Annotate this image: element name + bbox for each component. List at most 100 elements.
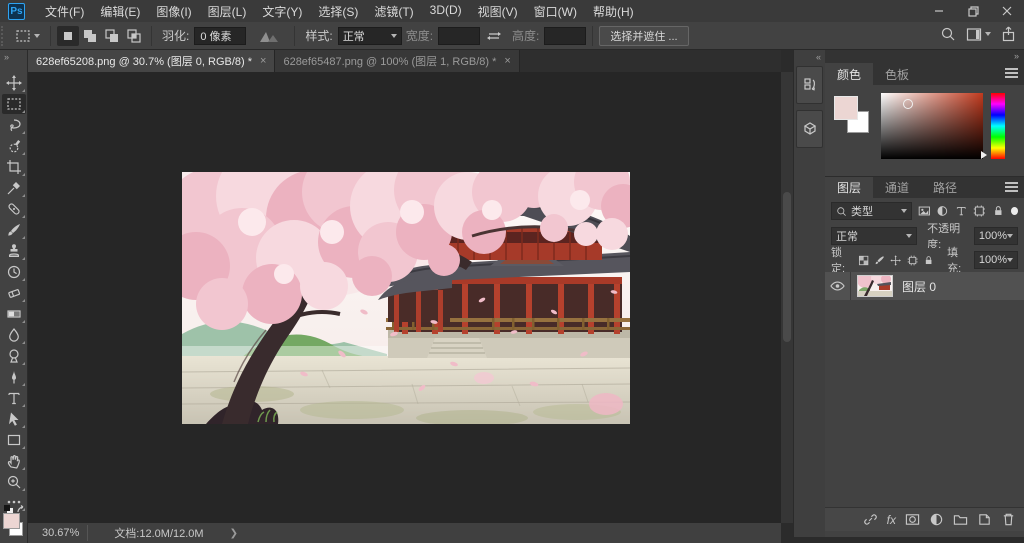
type-tool[interactable] (2, 388, 26, 408)
eraser-tool[interactable] (2, 283, 26, 303)
menu-3d[interactable]: 3D(D) (422, 0, 470, 23)
width-input[interactable] (438, 27, 480, 45)
status-popup-chevron-icon[interactable]: ❯ (230, 528, 238, 539)
zoom-tool[interactable] (2, 472, 26, 492)
spot-healing-brush-tool[interactable] (2, 199, 26, 219)
zoom-level-field[interactable]: 30.67% (34, 525, 88, 541)
minimize-button[interactable] (922, 0, 956, 22)
close-button[interactable] (990, 0, 1024, 22)
add-layer-mask-icon[interactable] (905, 512, 920, 527)
new-group-folder-icon[interactable] (953, 512, 968, 527)
lasso-tool[interactable] (2, 115, 26, 135)
menu-help[interactable]: 帮助(H) (585, 0, 642, 23)
scrollbar-thumb[interactable] (783, 192, 791, 342)
fill-select[interactable]: 100% (974, 251, 1018, 269)
canvas-vertical-scrollbar[interactable] (781, 72, 793, 523)
quick-selection-tool[interactable] (2, 136, 26, 156)
subtract-from-selection-button[interactable] (101, 26, 123, 46)
tool-preset-button[interactable] (11, 26, 44, 46)
filter-adjustment-layers-icon[interactable] (936, 204, 949, 218)
tab-layers[interactable]: 图层 (825, 177, 873, 198)
path-selection-tool[interactable] (2, 409, 26, 429)
brush-tool[interactable] (2, 220, 26, 240)
close-tab-icon[interactable]: × (260, 55, 266, 67)
photoshop-logo-icon[interactable]: Ps (8, 3, 25, 20)
saturation-brightness-field[interactable] (881, 93, 983, 159)
tab-channels[interactable]: 通道 (873, 177, 921, 198)
dodge-tool[interactable] (2, 346, 26, 366)
select-and-mask-button[interactable]: 选择并遮住 ... (599, 26, 688, 46)
layer-visibility-cell[interactable] (825, 272, 851, 300)
clone-stamp-tool[interactable] (2, 241, 26, 261)
panel-foreground-color-swatch[interactable] (834, 96, 858, 120)
search-icon[interactable] (940, 26, 956, 42)
swap-dimensions-icon[interactable] (486, 29, 502, 43)
panel-menu-icon[interactable] (1005, 182, 1018, 194)
share-icon[interactable] (1001, 26, 1016, 42)
dock-expand-toggle[interactable]: « (816, 52, 820, 62)
close-tab-icon[interactable]: × (504, 55, 510, 67)
canvas-area[interactable] (28, 72, 781, 523)
blend-mode-select[interactable]: 正常 (831, 227, 917, 245)
filter-type-select[interactable]: 类型 (831, 202, 912, 220)
menu-select[interactable]: 选择(S) (310, 0, 366, 23)
hand-tool[interactable] (2, 451, 26, 471)
panels-collapse-toggle[interactable]: » (1014, 51, 1018, 61)
layer-name[interactable]: 图层 0 (902, 278, 936, 295)
tab-color[interactable]: 颜色 (825, 63, 873, 85)
crop-tool[interactable] (2, 157, 26, 177)
move-tool[interactable] (2, 73, 26, 93)
menu-file[interactable]: 文件(F) (37, 0, 92, 23)
hue-slider[interactable] (991, 93, 1005, 159)
toolbar-expand-toggle[interactable]: » (4, 52, 8, 62)
history-panel-button[interactable] (796, 66, 823, 104)
color-picker-ring[interactable] (903, 99, 913, 109)
foreground-color-swatch[interactable] (3, 513, 20, 529)
rectangle-shape-tool[interactable] (2, 430, 26, 450)
intersect-selection-button[interactable] (123, 26, 145, 46)
add-to-selection-button[interactable] (79, 26, 101, 46)
blur-tool[interactable] (2, 325, 26, 345)
panel-menu-icon[interactable] (1005, 68, 1018, 80)
new-layer-icon[interactable] (977, 512, 992, 527)
lock-image-pixels-icon[interactable] (874, 254, 885, 267)
lock-all-icon[interactable] (923, 254, 934, 267)
link-layers-icon[interactable] (863, 512, 878, 527)
adjustment-layer-icon[interactable] (929, 512, 944, 527)
filter-smart-objects-icon[interactable] (992, 204, 1005, 218)
filter-type-layers-icon[interactable] (955, 204, 968, 218)
pen-tool[interactable] (2, 367, 26, 387)
workspace-switcher-button[interactable] (966, 27, 991, 42)
filter-shape-layers-icon[interactable] (973, 204, 986, 218)
layer-row-selected[interactable]: 图层 0 (825, 272, 1024, 300)
layer-filter-toggle[interactable] (1011, 207, 1018, 215)
opacity-select[interactable]: 100% (974, 227, 1018, 245)
lock-artboard-icon[interactable] (907, 254, 918, 267)
tab-swatches[interactable]: 色板 (873, 63, 921, 85)
history-brush-tool[interactable] (2, 262, 26, 282)
document-tab-1[interactable]: 628ef65208.png @ 30.7% (图层 0, RGB/8) * × (28, 50, 275, 72)
rectangular-marquee-tool[interactable] (2, 94, 26, 114)
style-select[interactable]: 正常 (338, 27, 402, 45)
lock-position-icon[interactable] (890, 254, 901, 267)
menu-layer[interactable]: 图层(L) (200, 0, 255, 23)
filter-pixel-layers-icon[interactable] (918, 204, 931, 218)
menu-edit[interactable]: 编辑(E) (92, 0, 148, 23)
menu-view[interactable]: 视图(V) (470, 0, 526, 23)
gradient-tool[interactable] (2, 304, 26, 324)
properties-panel-button[interactable] (796, 110, 823, 148)
new-selection-button[interactable] (57, 26, 79, 46)
eyedropper-tool[interactable] (2, 178, 26, 198)
tab-paths[interactable]: 路径 (921, 177, 969, 198)
height-input[interactable] (544, 27, 586, 45)
feather-input[interactable]: 0 像素 (194, 27, 246, 45)
menu-type[interactable]: 文字(Y) (254, 0, 310, 23)
delete-layer-trash-icon[interactable] (1001, 512, 1016, 527)
layer-thumbnail[interactable] (857, 275, 893, 297)
restore-button[interactable] (956, 0, 990, 22)
menu-filter[interactable]: 滤镜(T) (366, 0, 421, 23)
lock-transparent-pixels-icon[interactable] (858, 254, 869, 267)
menu-image[interactable]: 图像(I) (148, 0, 199, 23)
document-tab-2[interactable]: 628ef65487.png @ 100% (图层 1, RGB/8) * × (275, 50, 519, 72)
layer-style-button[interactable]: fx (887, 513, 896, 527)
